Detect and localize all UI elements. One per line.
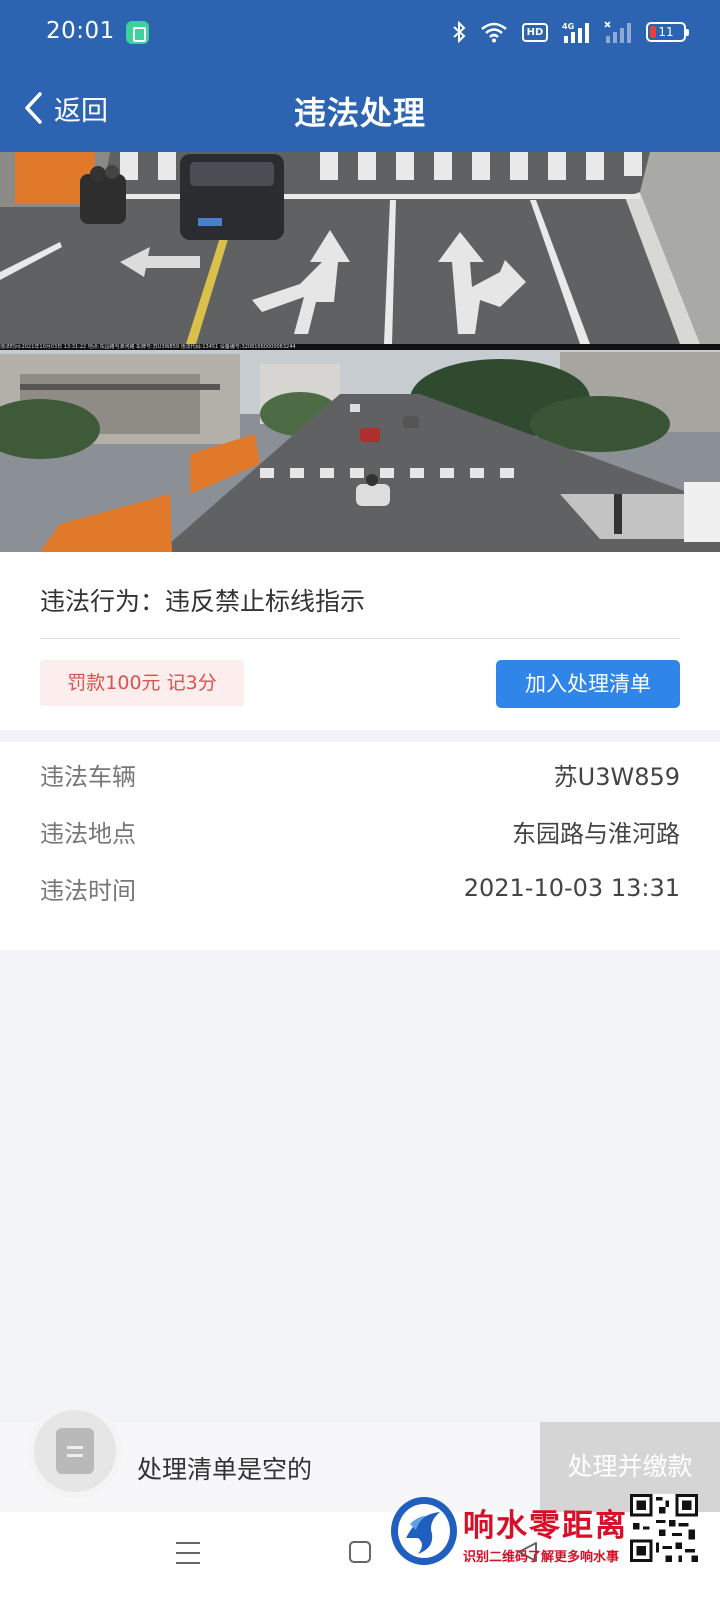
detail-value: 2021-10-03 13:31 — [463, 874, 680, 902]
violation-behavior-value: 违反禁止标线指示 — [165, 587, 366, 616]
detail-value: 苏U3W859 — [553, 762, 680, 791]
watermark-title: 响水零距离 — [463, 1508, 628, 1544]
detail-label: 违法时间 — [40, 876, 136, 905]
detail-row-vehicle: 违法车辆 苏U3W859 — [40, 754, 680, 794]
evidence-photo-wide[interactable]: 违法时间:2021年10月03日 13:31:22 地点:东园路与淮河路 车牌号… — [0, 344, 720, 552]
wifi-icon — [481, 22, 507, 43]
network-label: 4G — [562, 22, 574, 31]
penalty-badge: 罚款100元 记3分 — [40, 660, 244, 706]
signal-no-service-icon — [604, 21, 631, 43]
app-notification-icon — [126, 21, 149, 44]
home-icon[interactable] — [349, 1541, 371, 1563]
watermark-logo-icon — [391, 1497, 457, 1565]
detail-label: 违法车辆 — [40, 762, 136, 791]
process-list-button[interactable] — [28, 1404, 122, 1498]
evidence-photo-closeup[interactable] — [0, 152, 720, 344]
violation-details-card: 违法车辆 苏U3W859 违法地点 东园路与淮河路 违法时间 2021-10-0… — [0, 742, 720, 950]
detail-row-time: 违法时间 2021-10-03 13:31 — [40, 868, 680, 908]
list-icon — [56, 1428, 94, 1474]
page-title: 违法处理 — [293, 94, 426, 132]
violation-behavior: 违法行为：违反禁止标线指示 — [40, 582, 365, 618]
status-time: 20:01 — [46, 18, 115, 44]
recent-apps-icon[interactable] — [176, 1542, 200, 1564]
photo-timestamp-text: 违法时间:2021年10月03日 13:31:22 地点:东园路与淮河路 车牌号… — [0, 344, 720, 350]
qr-code-icon — [630, 1494, 698, 1562]
detail-label: 违法地点 — [40, 819, 136, 848]
signal-4g-icon: 4G — [562, 22, 589, 43]
bluetooth-icon — [453, 21, 466, 43]
status-bar: 20:01 HD 4G 11 — [0, 0, 720, 64]
violation-card: 违法行为：违反禁止标线指示 罚款100元 记3分 加入处理清单 — [0, 552, 720, 730]
divider — [40, 638, 680, 639]
detail-value: 东园路与淮河路 — [512, 819, 680, 848]
battery-icon: 11 — [646, 22, 689, 42]
watermark-subtitle: 识别二维码了解更多响水事 — [463, 1550, 620, 1565]
add-to-list-button[interactable]: 加入处理清单 — [496, 660, 680, 708]
hd-icon: HD — [522, 22, 548, 42]
status-icons: HD 4G 11 — [438, 14, 689, 50]
detail-row-location: 违法地点 东园路与淮河路 — [40, 811, 680, 851]
title-bar: 返回 违法处理 — [0, 64, 720, 152]
violation-behavior-label: 违法行为： — [40, 587, 166, 616]
empty-list-text: 处理清单是空的 — [137, 1455, 313, 1484]
